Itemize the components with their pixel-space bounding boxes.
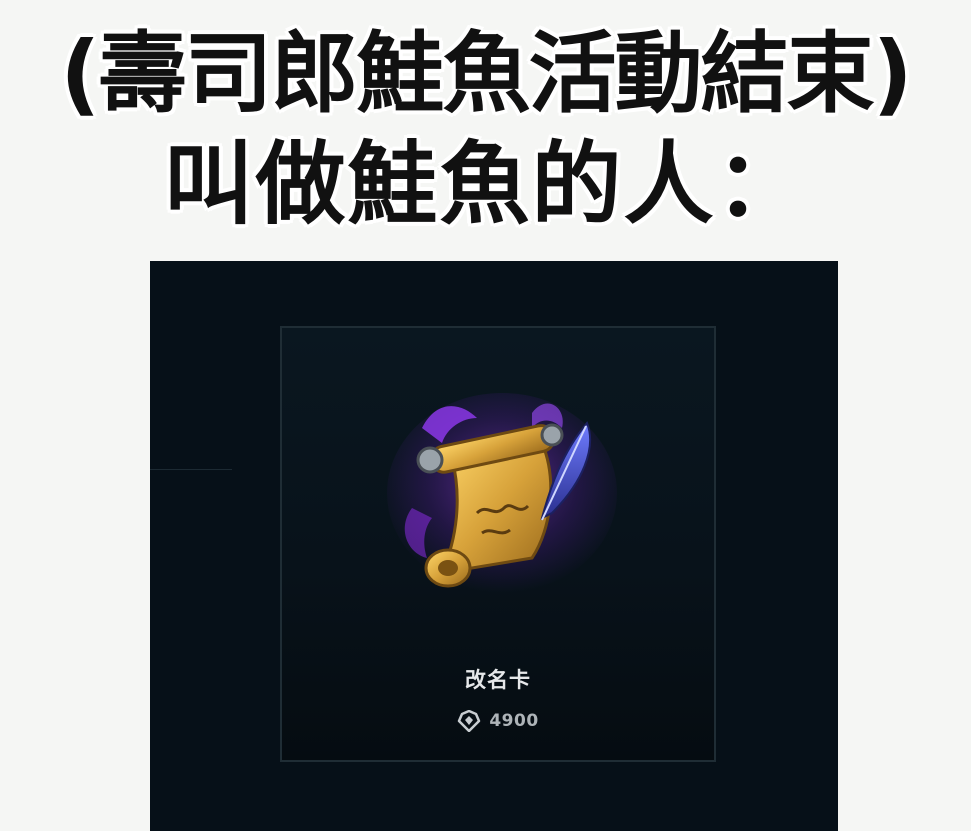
currency-icon bbox=[458, 710, 481, 732]
rename-card-scroll-icon bbox=[387, 393, 617, 593]
price-value: 4900 bbox=[489, 711, 539, 731]
meme-caption-line-1: (壽司郎鮭魚活動結束) bbox=[60, 22, 912, 125]
game-shop-screenshot: 改名卡 4900 bbox=[150, 261, 838, 831]
item-name-label: 改名卡 bbox=[465, 668, 531, 692]
meme-caption-line-2: 叫做鮭魚的人： bbox=[163, 132, 808, 237]
shop-item-card[interactable]: 改名卡 4900 bbox=[280, 326, 716, 762]
price-row: 4900 bbox=[282, 710, 714, 732]
background-divider bbox=[150, 469, 232, 470]
